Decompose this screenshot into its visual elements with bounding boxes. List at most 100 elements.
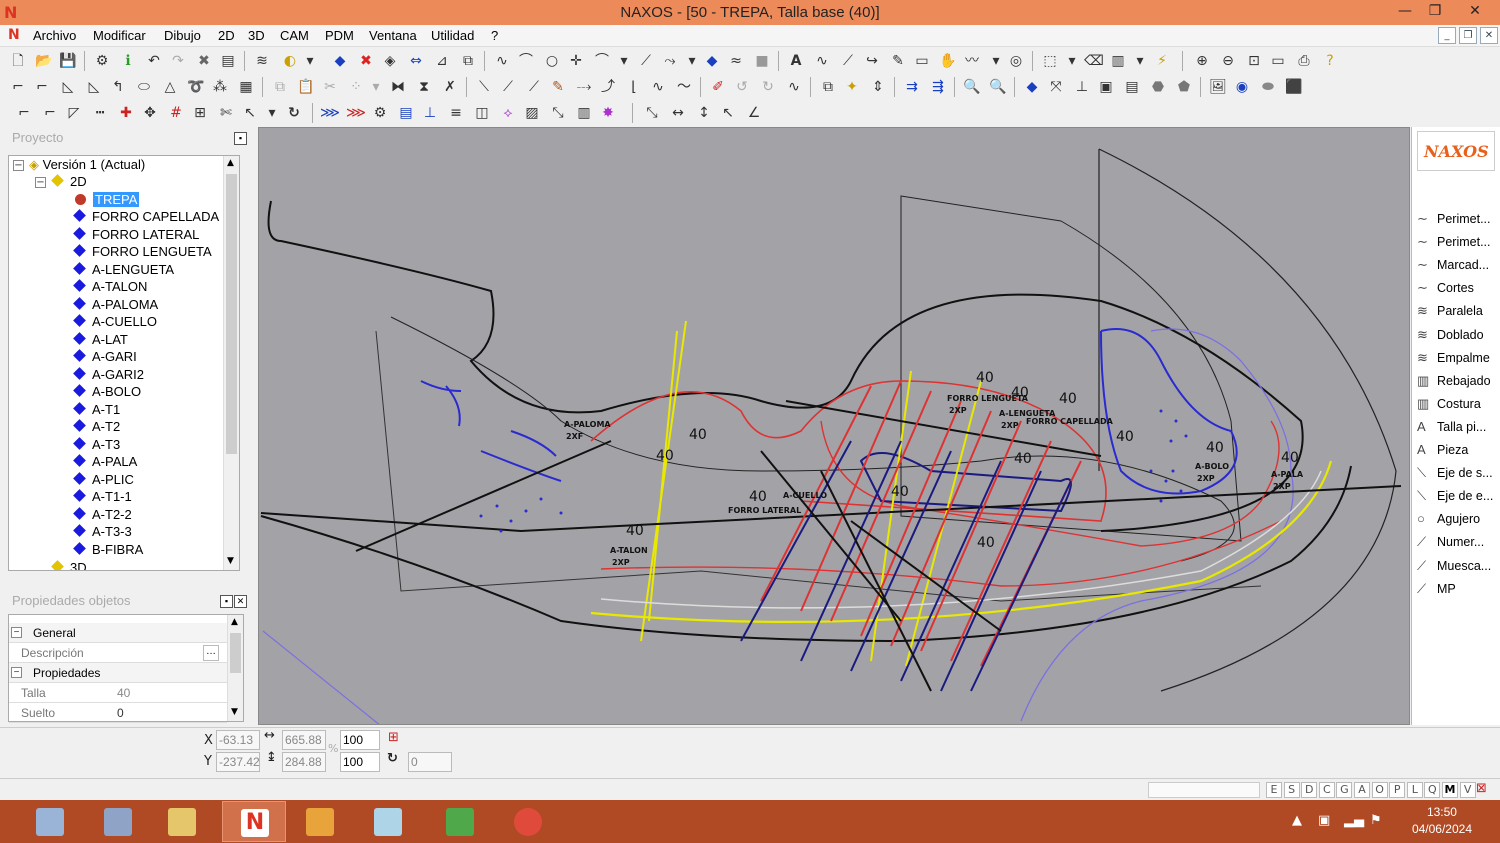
dropdown-arrow-icon[interactable]: ▾ — [682, 51, 702, 71]
tool-item[interactable]: ≋ Empalme — [1417, 350, 1499, 370]
tree-item-piece[interactable]: A-BOLO — [73, 384, 141, 401]
tool-item[interactable]: ∼ Marcad... — [1417, 257, 1499, 277]
tree-item-piece[interactable]: A-GARI — [73, 349, 137, 366]
mdi-minimize-button[interactable]: _ — [1438, 27, 1456, 44]
polyline-icon[interactable]: ⤳ — [660, 51, 680, 71]
tree-item-piece[interactable]: FORRO LENGUETA — [73, 244, 212, 261]
redo-icon[interactable]: ↷ — [168, 51, 188, 71]
new-file-icon[interactable]: 🗋 — [8, 51, 28, 71]
ruler-icon[interactable]: ▭ — [1268, 51, 1288, 71]
expand-2d-button[interactable]: − — [35, 177, 46, 188]
menu-cam[interactable]: CAM — [280, 28, 309, 43]
collapse-propiedades-button[interactable]: − — [11, 667, 22, 678]
menu-2d[interactable]: 2D — [218, 28, 235, 43]
tree-item-piece[interactable]: FORRO CAPELLADA — [73, 209, 219, 226]
node-edit-icon[interactable]: ⤧ — [1046, 77, 1066, 97]
node-icon[interactable]: ◈ — [380, 51, 400, 71]
zigzag-icon[interactable]: 〰 — [962, 51, 982, 71]
columns-icon[interactable]: ▥ — [1108, 51, 1128, 71]
save-icon[interactable]: 💾 — [58, 51, 78, 71]
tool-item[interactable]: ▥ Costura — [1417, 396, 1499, 416]
shape2-icon[interactable]: ⬟ — [1174, 77, 1194, 97]
y-field[interactable]: -237.42 — [216, 752, 260, 772]
chamfer-icon[interactable]: ◺ — [58, 77, 78, 97]
scissor-icon[interactable]: ✄ — [216, 103, 236, 123]
diamond-icon[interactable]: ◆ — [702, 51, 722, 71]
taskbar-media[interactable] — [288, 801, 352, 842]
mode-toggle[interactable]: Q — [1424, 782, 1441, 798]
menu-3d[interactable]: 3D — [248, 28, 265, 43]
x-field[interactable]: -63.13 — [216, 730, 260, 750]
pen-icon[interactable]: ✎ — [888, 51, 908, 71]
wave2-icon[interactable]: ∿ — [648, 77, 668, 97]
slash3-icon[interactable]: ⟋ — [524, 77, 544, 97]
corner-tool2-icon[interactable]: ⌐ — [40, 103, 60, 123]
tool-item[interactable]: ⟍ Eje de e... — [1417, 488, 1499, 508]
sew-icon[interactable]: ⋙ — [320, 103, 340, 123]
tray-network-icon[interactable]: ▂▄ — [1344, 813, 1364, 828]
angle-icon[interactable]: ∠ — [744, 103, 764, 123]
tool-item[interactable]: ∼ Perimet... — [1417, 211, 1499, 231]
cube-icon[interactable]: ⬛ — [1284, 77, 1304, 97]
dropdown-arrow-icon[interactable]: ▾ — [986, 51, 1006, 71]
page-icon[interactable]: ◸ — [64, 103, 84, 123]
open-icon[interactable]: 📂 — [34, 51, 54, 71]
tree-item-piece[interactable]: A-PLIC — [73, 472, 134, 489]
cancel-icon[interactable]: ✖ — [356, 51, 376, 71]
tool-item[interactable]: A Talla pi... — [1417, 419, 1499, 439]
loop-icon[interactable]: ➰ — [186, 77, 206, 97]
line-icon[interactable]: ⟋ — [636, 51, 656, 71]
columns2-icon[interactable]: ◫ — [472, 103, 492, 123]
tree-item-piece[interactable]: A-T1-1 — [73, 489, 132, 506]
tool-item[interactable]: ⟋ Muesca... — [1417, 558, 1499, 578]
gear-icon[interactable]: ⚙ — [370, 103, 390, 123]
measure-icon[interactable]: ⊿ — [432, 51, 452, 71]
ellipse-icon[interactable]: ⬭ — [134, 77, 154, 97]
trend-icon[interactable]: ⤴ — [598, 77, 618, 97]
transform-icon[interactable]: ⇔ — [406, 51, 426, 71]
node-move-icon[interactable]: ⟡ — [498, 103, 518, 123]
paste-icon[interactable]: 📋 — [296, 77, 316, 97]
mode-toggle[interactable]: A — [1354, 782, 1370, 798]
select-icon[interactable]: ◆ — [330, 51, 350, 71]
arc-icon[interactable]: ⌒ — [516, 51, 536, 71]
pointer-icon[interactable]: ↖ — [240, 103, 260, 123]
mdi-close-button[interactable]: ✕ — [1480, 27, 1498, 44]
hook-icon[interactable]: ↪ — [862, 51, 882, 71]
delete-icon[interactable]: ✖ — [194, 51, 214, 71]
point-icon[interactable]: ✛ — [566, 51, 586, 71]
zoom-window-icon[interactable]: ⊡ — [1244, 51, 1264, 71]
properties-dock-button[interactable]: ▪ — [220, 595, 233, 608]
dropdown-arrow-icon[interactable]: ▾ — [1062, 51, 1082, 71]
dash-icon[interactable]: ⤏ — [574, 77, 594, 97]
tree-item-piece[interactable]: B-FIBRA — [73, 542, 143, 559]
taskbar-explorer[interactable] — [150, 801, 214, 842]
expand-version-button[interactable]: − — [13, 160, 24, 171]
anchor-icon[interactable]: ⊥ — [420, 103, 440, 123]
pencil-icon[interactable]: ✎ — [548, 77, 568, 97]
dropdown-arrow-icon[interactable]: ▾ — [1130, 51, 1150, 71]
tree-item-piece[interactable]: A-PALOMA — [73, 297, 158, 314]
tray-device-icon[interactable]: ▣ — [1318, 813, 1330, 828]
scroll-down-icon[interactable]: ▼ — [227, 556, 234, 566]
sparkle-icon[interactable]: ✦ — [842, 77, 862, 97]
hatch-icon[interactable]: ▨ — [522, 103, 542, 123]
menu-modificar[interactable]: Modificar — [93, 28, 146, 43]
hash-icon[interactable]: # — [166, 103, 186, 123]
taskbar-calculator[interactable] — [18, 801, 82, 842]
equal-icon[interactable]: ≡ — [446, 103, 466, 123]
grid-icon[interactable]: ▦ — [236, 77, 256, 97]
tree-3d-folder[interactable]: 3D — [51, 560, 87, 570]
color-icon[interactable]: ◐ — [280, 51, 300, 71]
tool-item[interactable]: A Pieza — [1417, 442, 1499, 462]
pin-icon[interactable]: ✐ — [708, 77, 728, 97]
menu-dibujo[interactable]: Dibujo — [164, 28, 201, 43]
maximize-button[interactable]: ❐ — [1420, 0, 1450, 24]
tree-item-piece[interactable]: A-CUELLO — [73, 314, 157, 331]
minimize-button[interactable]: — — [1390, 0, 1420, 24]
tree-scroll-thumb[interactable] — [226, 174, 237, 454]
mode-toggle[interactable]: C — [1318, 782, 1335, 798]
window-icon[interactable]: ▣ — [1096, 77, 1116, 97]
scroll-up-icon[interactable]: ▲ — [227, 158, 234, 168]
mode-toggle[interactable]: G — [1336, 782, 1353, 798]
